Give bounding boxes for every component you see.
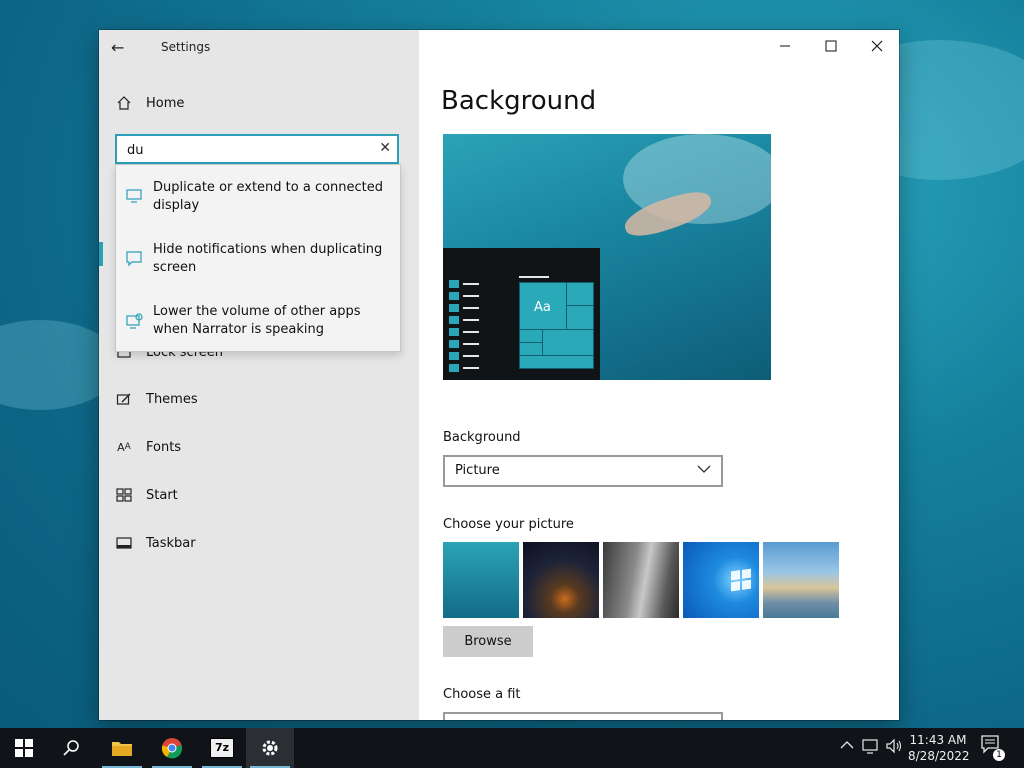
sidebar-item-themes[interactable]: Themes [115,387,198,411]
preview-start-menu: Aa [443,248,600,380]
suggestion-text: Lower the volume of other apps when Narr… [153,304,361,337]
background-dropdown-value: Picture [455,463,500,478]
taskbar-icon [115,534,133,552]
fonts-icon: AA [117,440,131,454]
search-button[interactable] [48,728,96,768]
suggestion-text: Hide notifications when duplicating scre… [153,242,383,275]
sidebar: ← Settings Home ✕ Lock screen Themes [99,30,419,720]
sidebar-item-label: Fonts [146,439,182,455]
sidebar-item-label: Home [146,95,185,111]
network-icon[interactable] [862,738,880,758]
action-center-button[interactable]: 1 [980,734,1008,762]
suggestion-item[interactable]: Lower the volume of other apps when Narr… [116,295,400,355]
chevron-down-icon [697,463,711,478]
file-explorer-button[interactable] [98,728,146,768]
sidebar-item-fonts[interactable]: AA Fonts [115,435,181,459]
picture-thumbnail-beach[interactable] [763,542,839,618]
close-button[interactable] [854,30,899,62]
chrome-icon [161,738,183,759]
file-explorer-icon [112,742,132,756]
picture-thumbnail-night-sky[interactable] [523,542,599,618]
maximize-button[interactable] [808,30,854,62]
sidebar-item-taskbar[interactable]: Taskbar [115,531,196,555]
sidebar-item-label: Start [146,487,178,503]
preview-tile-text: Aa [534,300,551,315]
taskbar: 7z 11:43 AM 8/28/2022 1 [0,728,1024,768]
clear-search-icon[interactable]: ✕ [379,140,391,156]
monitor-icon [126,189,144,203]
app-title: Settings [161,40,211,54]
themes-icon [115,390,133,408]
settings-icon [262,740,278,756]
sidebar-item-home[interactable]: Home [115,91,184,115]
start-icon [115,486,133,504]
background-label: Background [443,430,521,445]
background-preview: Aa [443,134,771,380]
back-arrow-icon[interactable]: ← [111,38,135,57]
picture-thumbnail-rock[interactable] [603,542,679,618]
settings-window: ← Settings Home ✕ Lock screen Themes [99,30,899,720]
chevron-up-icon[interactable] [840,738,854,754]
sidebar-item-label: Taskbar [146,535,196,551]
clock-time: 11:43 AM [909,733,967,747]
narrator-icon [126,313,144,329]
suggestion-item[interactable]: Hide notifications when duplicating scre… [116,233,400,293]
browse-button[interactable]: Browse [443,626,533,657]
search-icon [63,740,79,756]
search-box[interactable]: ✕ [115,134,399,164]
picture-thumbnail-underwater[interactable] [443,542,519,618]
page-title: Background [441,86,597,116]
chrome-button[interactable] [148,728,196,768]
choose-fit-label: Choose a fit [443,687,521,702]
notification-count-badge: 1 [993,749,1005,761]
selected-item-indicator [99,242,103,266]
suggestion-text: Duplicate or extend to a connected displ… [153,180,384,213]
windows-start-icon [15,739,33,757]
notification-icon [126,251,144,267]
minimize-button[interactable] [762,30,808,62]
7zip-icon: 7z [210,738,234,758]
fit-dropdown[interactable] [443,712,723,720]
search-suggestions: Duplicate or extend to a connected displ… [115,164,401,352]
clock[interactable]: 11:43 AM 8/28/2022 [908,732,970,764]
sidebar-item-label: Themes [146,391,198,407]
windows-logo-icon [731,568,751,592]
background-dropdown[interactable]: Picture [443,455,723,487]
search-input[interactable] [125,140,369,160]
start-button[interactable] [0,728,48,768]
suggestion-item[interactable]: Duplicate or extend to a connected displ… [116,171,400,231]
picture-thumbnail-windows[interactable] [683,542,759,618]
sidebar-item-start[interactable]: Start [115,483,178,507]
volume-icon[interactable] [886,738,904,758]
content-pane: Background Aa Background Picture Choose … [419,30,899,720]
clock-date: 8/28/2022 [908,749,970,763]
home-icon [115,94,133,112]
7zip-button[interactable]: 7z [198,728,246,768]
choose-picture-label: Choose your picture [443,517,574,532]
settings-taskbar-button[interactable] [246,728,294,768]
